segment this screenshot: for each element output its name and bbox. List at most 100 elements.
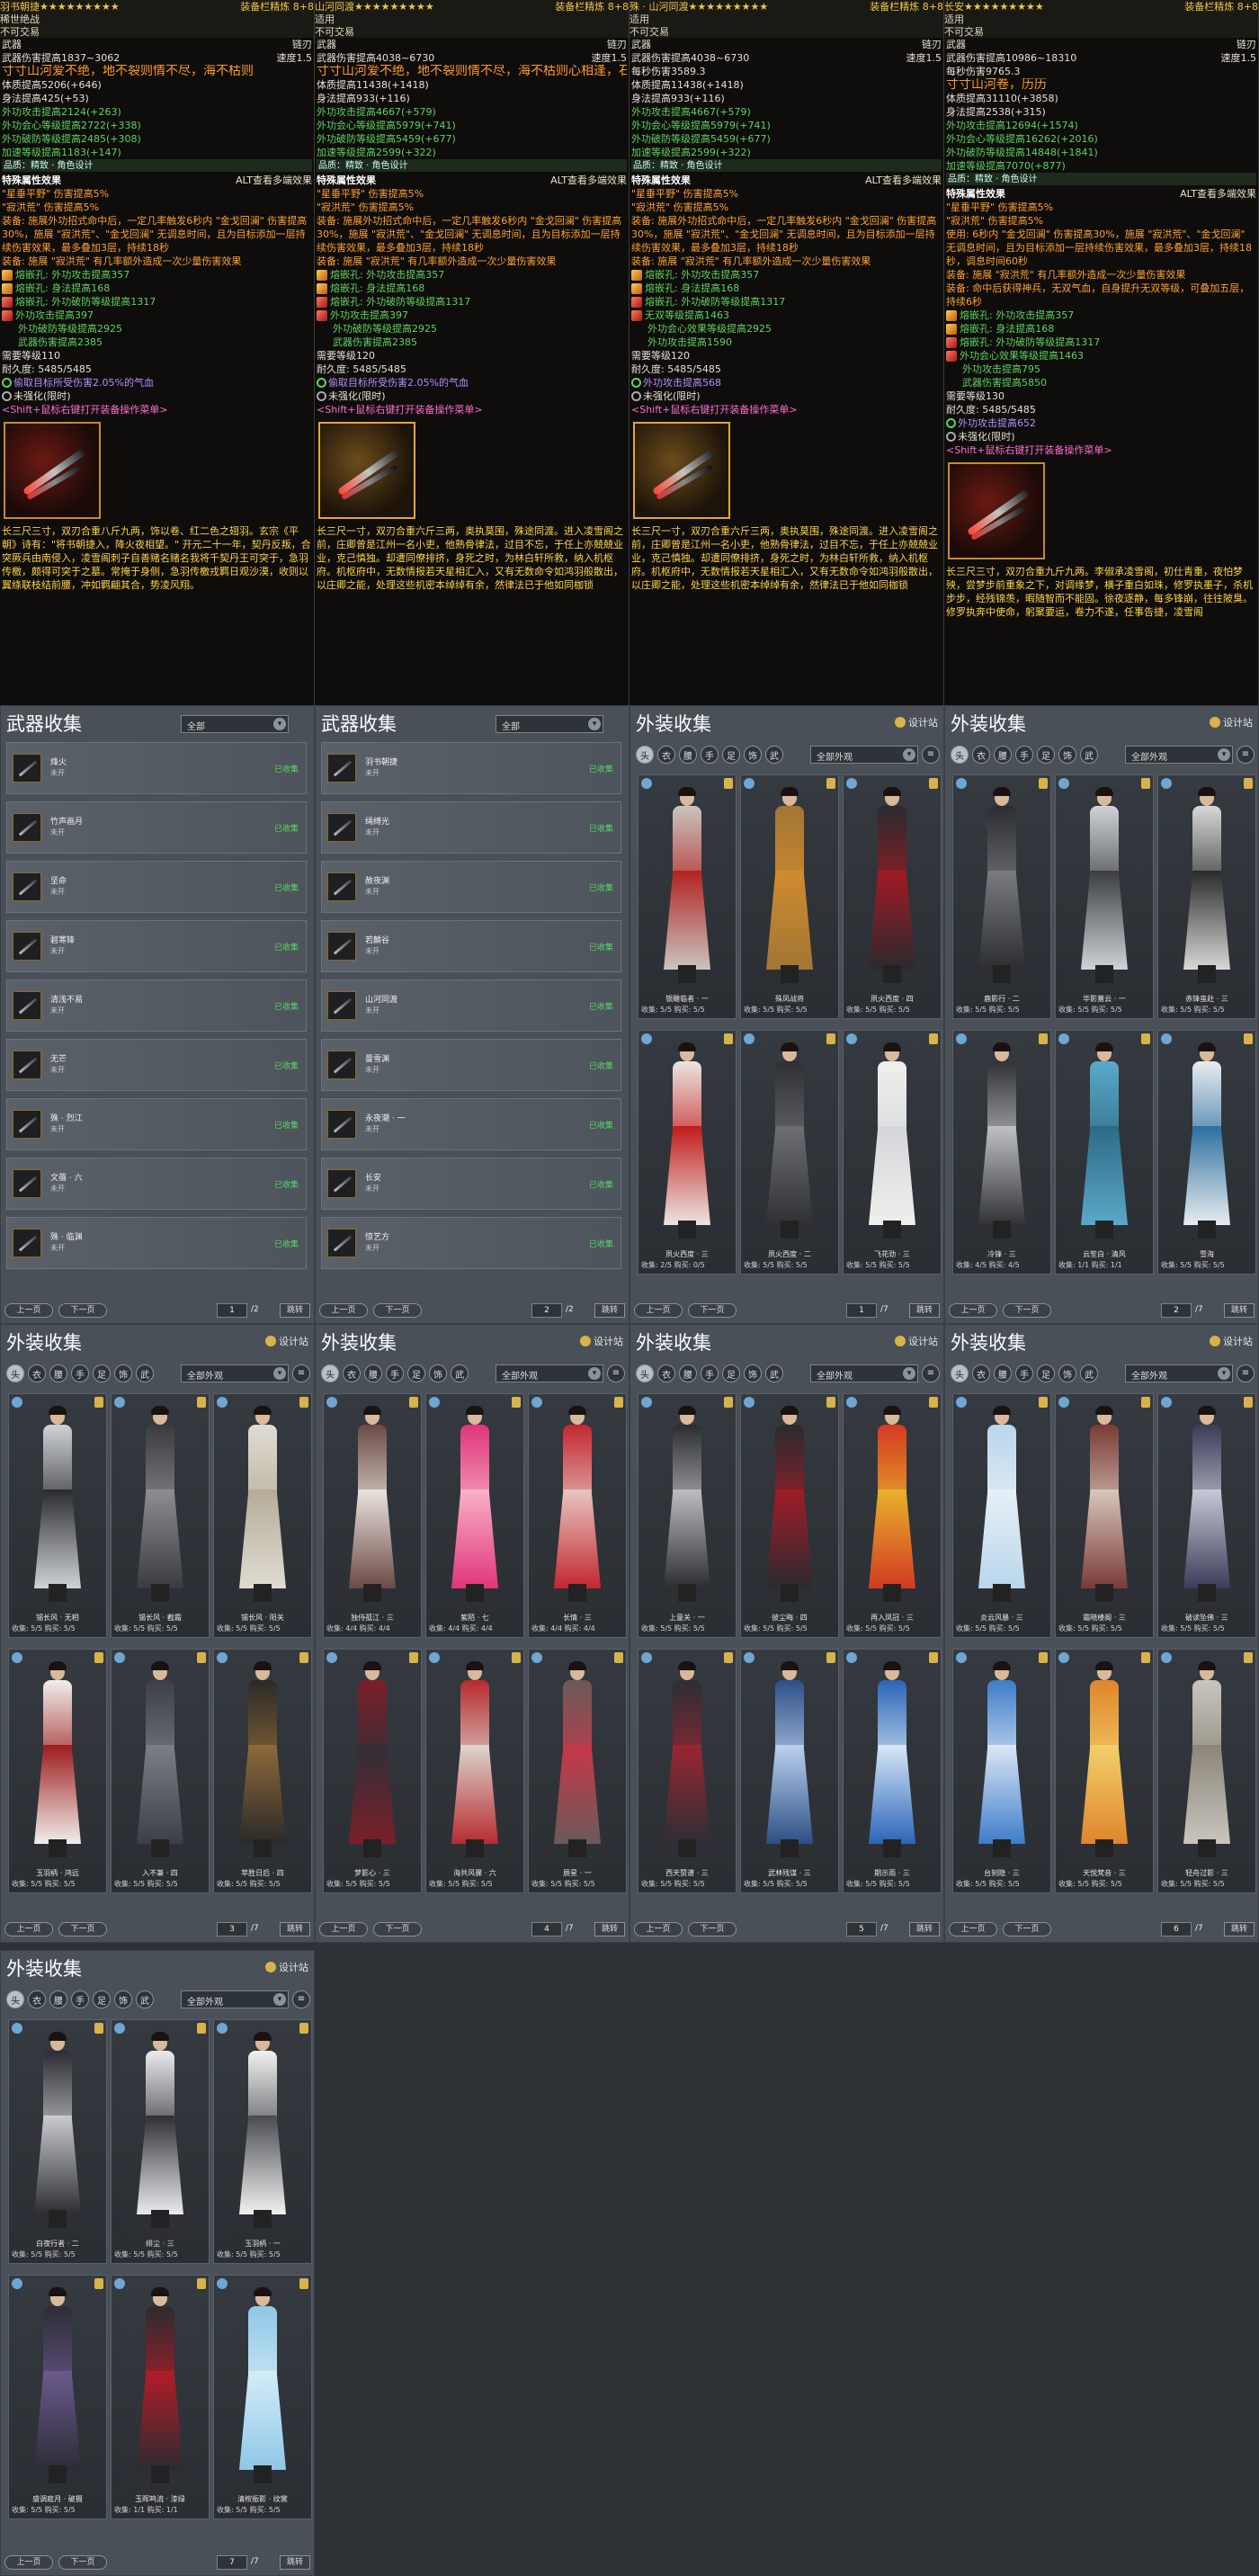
lock-icon[interactable] [1039, 1033, 1048, 1044]
outfit-filter-dropdown[interactable]: 全部外观 ▾ [181, 1990, 289, 2008]
category-filter-icon[interactable]: 饰 [114, 1990, 132, 2008]
category-filter-icon[interactable]: 手 [386, 1364, 404, 1382]
lock-icon[interactable] [299, 1652, 308, 1663]
alt-hint[interactable]: ALT查看多端效果 [1180, 187, 1256, 201]
category-filter-icon[interactable]: 腰 [994, 1364, 1012, 1382]
category-filter-icon[interactable]: 腰 [679, 746, 697, 764]
outfit-card[interactable]: 绯尘 · 三收集: 5/5 购买: 5/5 [111, 2019, 210, 2264]
outfit-card[interactable]: 锡长风 · 阳关 收集: 5/5 购买: 5/5 [213, 1393, 312, 1638]
lock-icon[interactable] [826, 1652, 835, 1663]
category-filter-icon[interactable]: 头 [951, 746, 969, 764]
weapon-list-item[interactable]: 坚命 未开 已收集 [6, 861, 307, 913]
design-station-link[interactable]: 设计站 [1210, 1334, 1253, 1348]
lock-icon[interactable] [826, 1397, 835, 1408]
outfit-card[interactable]: 白夜行者 · 二收集: 5/5 购买: 5/5 [8, 2019, 107, 2264]
outfit-filter-dropdown[interactable]: 全部外观 ▾ [496, 1364, 603, 1382]
page-number-input[interactable]: 1 [217, 1303, 247, 1318]
list-view-icon[interactable]: ≡ [922, 746, 940, 764]
weapon-list-item[interactable]: 羽书朝捷 未开 已收集 [321, 742, 621, 794]
outfit-card[interactable]: 飞花劲 · 三收集: 5/5 购买: 5/5 [843, 1030, 942, 1275]
category-filter-icon[interactable]: 头 [636, 746, 654, 764]
lock-icon[interactable] [94, 1397, 103, 1408]
jump-button[interactable]: 跳转 [280, 2555, 310, 2570]
weapon-list-item[interactable]: 若麟谷 未开 已收集 [321, 920, 621, 972]
list-view-icon[interactable]: ≡ [607, 1364, 625, 1382]
outfit-card[interactable]: 辰星 · 一收集: 5/5 购买: 5/5 [528, 1649, 627, 1893]
outfit-card[interactable]: 梦影心 · 三收集: 5/5 购买: 5/5 [323, 1649, 422, 1893]
outfit-card[interactable]: 云笙白 · 清风 收集: 1/1 购买: 1/1 [1055, 1030, 1154, 1275]
category-filter-icon[interactable]: 武 [765, 746, 783, 764]
page-number-input[interactable]: 7 [217, 2555, 247, 2570]
prev-page-button[interactable]: 上一页 [319, 1922, 368, 1936]
list-view-icon[interactable]: ≡ [292, 1990, 310, 2008]
category-filter-icon[interactable]: 手 [1015, 1364, 1033, 1382]
category-filter-icon[interactable]: 足 [407, 1364, 425, 1382]
category-filter-icon[interactable]: 衣 [28, 1364, 46, 1382]
category-filter-icon[interactable]: 足 [93, 1364, 111, 1382]
outfit-card[interactable]: 破读坠佛 · 三收集: 5/5 购买: 5/5 [1157, 1393, 1256, 1638]
category-filter-icon[interactable]: 衣 [972, 746, 990, 764]
design-station-link[interactable]: 设计站 [1210, 715, 1253, 729]
category-filter-icon[interactable]: 武 [136, 1364, 154, 1382]
lock-icon[interactable] [614, 1652, 623, 1663]
prev-page-button[interactable]: 上一页 [634, 1303, 683, 1318]
lock-icon[interactable] [197, 2023, 206, 2034]
category-filter-icon[interactable]: 衣 [343, 1364, 361, 1382]
prev-page-button[interactable]: 上一页 [4, 2555, 53, 2570]
category-filter-icon[interactable]: 足 [1037, 1364, 1055, 1382]
category-filter-icon[interactable]: 腰 [49, 1364, 67, 1382]
category-filter-icon[interactable]: 头 [6, 1990, 24, 2008]
category-filter-icon[interactable]: 武 [1080, 1364, 1098, 1382]
list-view-icon[interactable]: ≡ [922, 1364, 940, 1382]
lock-icon[interactable] [299, 2278, 308, 2289]
outfit-card[interactable]: 霜晓楼阁 · 三收集: 5/5 购买: 5/5 [1055, 1393, 1154, 1638]
list-view-icon[interactable]: ≡ [292, 1364, 310, 1382]
outfit-card[interactable]: 武林残谋 · 三收集: 5/5 购买: 5/5 [740, 1649, 839, 1893]
alt-hint[interactable]: ALT查看多端效果 [236, 174, 312, 187]
outfit-card[interactable]: 银雕临者 · 一收集: 5/5 购买: 5/5 [638, 774, 737, 1019]
category-filter-icon[interactable]: 腰 [364, 1364, 382, 1382]
jump-button[interactable]: 跳转 [280, 1303, 310, 1318]
list-view-icon[interactable]: ≡ [1237, 1364, 1255, 1382]
jump-button[interactable]: 跳转 [909, 1922, 940, 1936]
lock-icon[interactable] [1039, 1397, 1048, 1408]
lock-icon[interactable] [724, 1652, 733, 1663]
outfit-card[interactable]: 盛调庭月 · 破摄 收集: 5/5 购买: 5/5 [8, 2275, 107, 2519]
design-station-link[interactable]: 设计站 [580, 1334, 623, 1348]
outfit-card[interactable]: 玉羽柄 · 一收集: 5/5 购买: 5/5 [213, 2019, 312, 2264]
lock-icon[interactable] [1244, 1397, 1253, 1408]
weapon-list-item[interactable]: 殊 · 临渊 未开 已收集 [6, 1217, 307, 1269]
alt-hint[interactable]: ALT查看多端效果 [550, 174, 627, 187]
next-page-button[interactable]: 下一页 [1003, 1922, 1051, 1936]
outfit-card[interactable]: 清桉振影 · 纹裳 收集: 5/5 购买: 5/5 [213, 2275, 312, 2519]
weapon-list-item[interactable]: 惊艺方 未开 已收集 [321, 1217, 621, 1269]
weapon-list-item[interactable]: 无芒 未开 已收集 [6, 1039, 307, 1091]
lock-icon[interactable] [1039, 1652, 1048, 1663]
next-page-button[interactable]: 下一页 [688, 1922, 737, 1936]
outfit-card[interactable]: 轻舟过影 · 三收集: 5/5 购买: 5/5 [1157, 1649, 1256, 1893]
lock-icon[interactable] [409, 1397, 418, 1408]
outfit-card[interactable]: 华影蓋云 · 一收集: 5/5 购买: 5/5 [1055, 774, 1154, 1019]
outfit-card[interactable]: 入不兼 · 四收集: 5/5 购买: 5/5 [111, 1649, 210, 1893]
page-number-input[interactable]: 4 [531, 1922, 562, 1936]
category-filter-icon[interactable]: 武 [136, 1990, 154, 2008]
weapon-list-item[interactable]: 山河同渡 未开 已收集 [321, 979, 621, 1032]
weapon-list-item[interactable]: 曼雪渊 未开 已收集 [321, 1039, 621, 1091]
weapon-list-item[interactable]: 长安 未开 已收集 [321, 1158, 621, 1210]
category-filter-icon[interactable]: 手 [1015, 746, 1033, 764]
category-filter-icon[interactable]: 饰 [744, 1364, 762, 1382]
page-number-input[interactable]: 6 [1161, 1922, 1192, 1936]
category-filter-icon[interactable]: 足 [93, 1990, 111, 2008]
lock-icon[interactable] [929, 1652, 938, 1663]
weapon-list-item[interactable]: 赦夜渊 未开 已收集 [321, 861, 621, 913]
outfit-card[interactable]: 鹿影行 · 二收集: 5/5 购买: 5/5 [952, 774, 1051, 1019]
outfit-card[interactable]: 炎云风暴 · 三收集: 5/5 购买: 5/5 [952, 1393, 1051, 1638]
next-page-button[interactable]: 下一页 [58, 2555, 107, 2570]
outfit-card[interactable]: 玉羽柄 · 鸿远 收集: 5/5 购买: 5/5 [8, 1649, 107, 1893]
weapon-list-item[interactable]: 碧寒锋 未开 已收集 [6, 920, 307, 972]
lock-icon[interactable] [929, 1033, 938, 1044]
category-filter-icon[interactable]: 腰 [994, 746, 1012, 764]
outfit-filter-dropdown[interactable]: 全部外观 ▾ [181, 1364, 289, 1382]
outfit-card[interactable]: 独侍孤江 · 三收集: 4/4 购买: 4/4 [323, 1393, 422, 1638]
filter-dropdown[interactable]: 全部 ▾ [181, 715, 289, 733]
